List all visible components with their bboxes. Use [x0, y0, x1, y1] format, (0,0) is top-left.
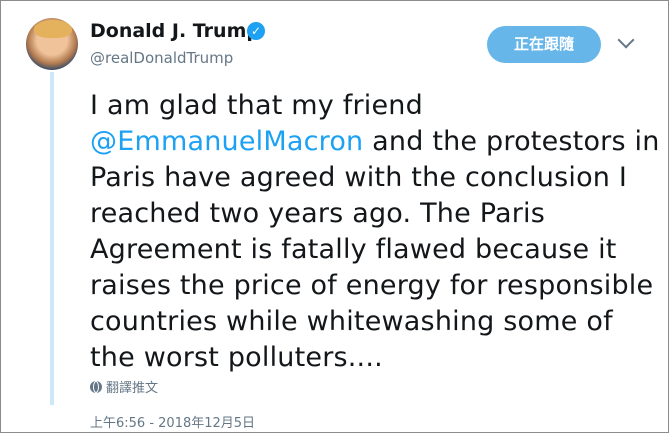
avatar[interactable] [26, 18, 78, 70]
thread-line [50, 72, 54, 405]
mention-link[interactable]: @EmmanuelMacron [90, 126, 363, 157]
following-button[interactable]: 正在跟隨 [487, 26, 601, 63]
translate-tweet[interactable]: 翻譯推文 [90, 377, 158, 396]
tweet-text-part: I am glad that my friend [90, 90, 423, 121]
author-name[interactable]: Donald J. Trump [90, 20, 260, 42]
author-handle[interactable]: @realDonaldTrump [90, 49, 233, 67]
globe-icon [90, 380, 102, 393]
translate-label[interactable]: 翻譯推文 [106, 377, 158, 396]
tweet-text-part: and the protestors in Paris have agreed … [90, 126, 660, 373]
verified-icon: ✓ [247, 22, 265, 40]
avatar-hair [34, 20, 72, 38]
timestamp[interactable]: 上午6:56 - 2018年12月5日 [90, 412, 255, 431]
tweet-text: I am glad that my friend @EmmanuelMacron… [90, 88, 660, 376]
